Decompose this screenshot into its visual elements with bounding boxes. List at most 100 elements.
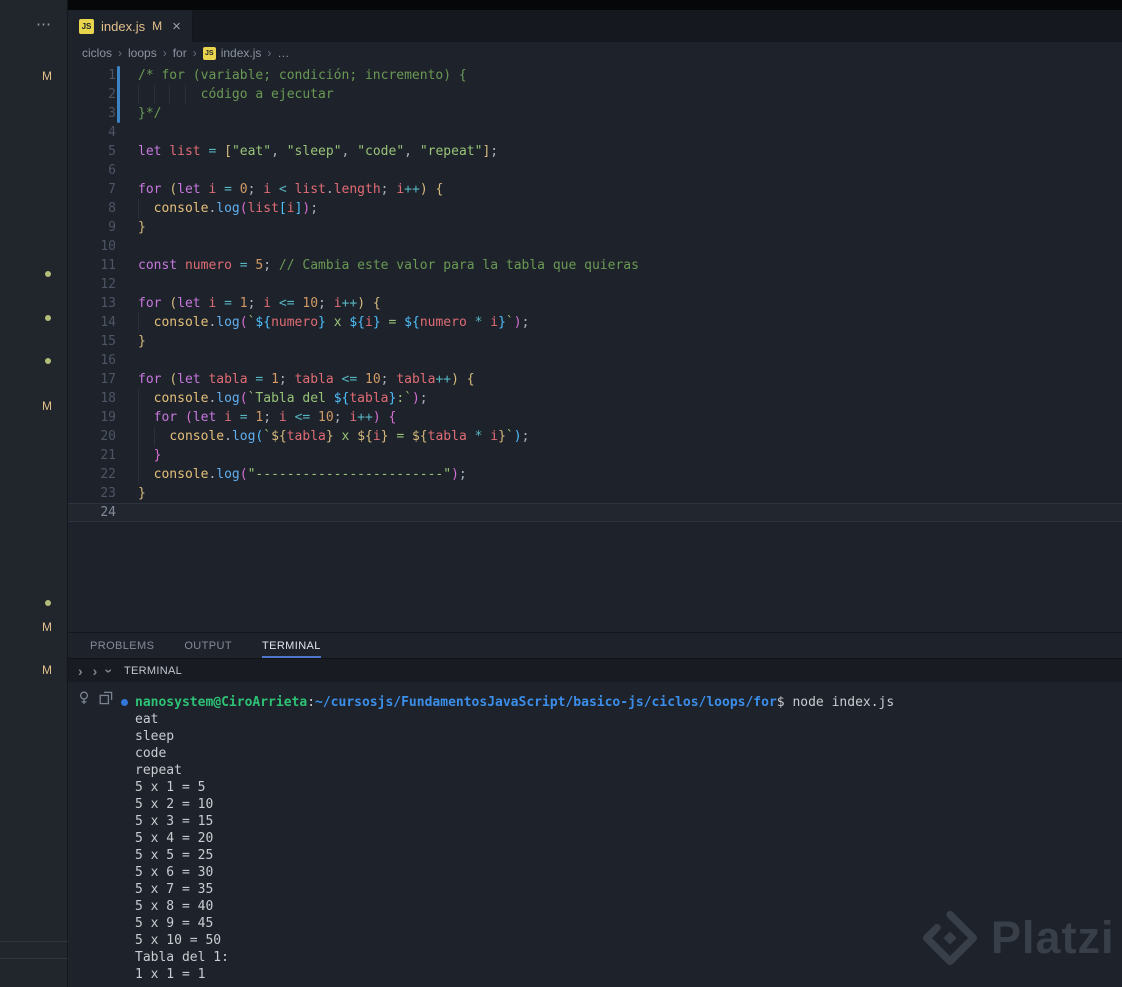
git-status-dot [45,271,51,277]
terminal-output-line: 5 x 8 = 40 [68,898,1122,915]
breadcrumb-item[interactable]: loops [128,46,157,60]
code-text [116,237,1122,256]
code-text [116,275,1122,294]
git-modified-badge: M [152,19,162,33]
chevron-right-icon[interactable]: › [93,664,98,678]
line-number: 4 [68,123,116,142]
breadcrumb-item[interactable]: … [277,46,289,60]
code-line[interactable]: 2 código a ejecutar [68,85,1122,104]
git-modified-badge: M [42,663,52,677]
code-text: } [116,218,1122,237]
tab-index-js[interactable]: JS index.js M × [68,10,193,42]
breadcrumb-label: for [173,46,187,60]
breadcrumb-item[interactable]: ciclos [82,46,112,60]
line-number: 2 [68,85,116,104]
breadcrumb-item[interactable]: JSindex.js [203,46,262,60]
code-line[interactable]: 21 } [68,446,1122,465]
code-line[interactable]: 13for (let i = 1; i <= 10; i++) { [68,294,1122,313]
javascript-file-icon: JS [203,47,216,60]
code-editor[interactable]: 1/* for (variable; condición; incremento… [68,64,1122,632]
code-line[interactable]: 14 console.log(`${numero} x ${i} = ${num… [68,313,1122,332]
panel-tab-terminal[interactable]: TERMINAL [262,633,321,658]
chevron-right-icon[interactable]: › [78,664,83,678]
line-number: 8 [68,199,116,218]
git-status-dot [45,600,51,606]
code-text [116,123,1122,142]
code-line[interactable]: 12 [68,275,1122,294]
code-line[interactable]: 11const numero = 5; // Cambia este valor… [68,256,1122,275]
code-line[interactable]: 4 [68,123,1122,142]
split-terminal-icon[interactable] [99,691,113,705]
code-line[interactable]: 22 console.log("------------------------… [68,465,1122,484]
code-line[interactable]: 8 console.log(list[i]); [68,199,1122,218]
panel-tab-bar: PROBLEMS OUTPUT TERMINAL [68,632,1122,658]
code-line[interactable]: 16 [68,351,1122,370]
chevron-down-icon[interactable]: › [103,668,117,673]
terminal-find-icon[interactable] [77,691,91,705]
terminal-header-label: TERMINAL [124,665,182,677]
workbench-main: JS index.js M × ciclos › loops › for › JSindex… [68,10,1122,987]
code-line[interactable]: 20 console.log(`${tabla} x ${i} = ${tabl… [68,427,1122,446]
line-number: 14 [68,313,116,332]
terminal-output-line: 5 x 2 = 10 [68,796,1122,813]
code-line[interactable]: 19 for (let i = 1; i <= 10; i++) { [68,408,1122,427]
code-line[interactable]: 18 console.log(`Tabla del ${tabla}:`); [68,389,1122,408]
code-line[interactable]: 15} [68,332,1122,351]
terminal-output-line: 5 x 4 = 20 [68,830,1122,847]
indent-guide [169,85,170,104]
more-actions-icon[interactable]: ⋯ [36,15,52,33]
prompt-segment: nanosystem@CiroArrieta [135,695,307,710]
prompt-segment: : [307,695,315,710]
indent-guide [138,408,139,427]
terminal-output-line: 5 x 9 = 45 [68,915,1122,932]
code-text: for (let i = 1; i <= 10; i++) { [116,408,1122,427]
code-line[interactable]: 23} [68,484,1122,503]
terminal-output-line: sleep [68,728,1122,745]
code-line[interactable]: 10 [68,237,1122,256]
indent-guide [138,313,139,332]
breadcrumb-separator: › [193,46,197,60]
line-number: 23 [68,484,116,503]
code-text [116,351,1122,370]
line-number: 5 [68,142,116,161]
code-line[interactable]: 24 [68,503,1122,522]
line-number: 18 [68,389,116,408]
panel-tab-output[interactable]: OUTPUT [184,633,232,658]
line-number: 24 [68,503,116,522]
terminal-output-line: code [68,745,1122,762]
code-line[interactable]: 9} [68,218,1122,237]
terminal-output-line: 1 x 1 = 1 [68,966,1122,983]
breadcrumb-label: ciclos [82,46,112,60]
code-text: console.log("------------------------"); [116,465,1122,484]
code-text: código a ejecutar [116,85,1122,104]
git-modified-badge: M [42,399,52,413]
code-line[interactable]: 5let list = ["eat", "sleep", "code", "re… [68,142,1122,161]
breadcrumb-item[interactable]: for [173,46,187,60]
indent-guide [154,427,155,446]
code-line[interactable]: 17for (let tabla = 1; tabla <= 10; tabla… [68,370,1122,389]
line-number: 19 [68,408,116,427]
code-text: console.log(list[i]); [116,199,1122,218]
git-modified-badge: M [42,620,52,634]
line-number: 3 [68,104,116,123]
code-text: console.log(`${numero} x ${i} = ${numero… [116,313,1122,332]
line-number: 7 [68,180,116,199]
indent-guide [185,85,186,104]
code-line[interactable]: 6 [68,161,1122,180]
close-icon[interactable]: × [172,18,181,35]
line-number: 13 [68,294,116,313]
code-line[interactable]: 3}*/ [68,104,1122,123]
code-line[interactable]: 1/* for (variable; condición; incremento… [68,66,1122,85]
line-number: 9 [68,218,116,237]
code-line[interactable]: 7for (let i = 0; i < list.length; i++) { [68,180,1122,199]
code-text: }*/ [116,104,1122,123]
line-number: 15 [68,332,116,351]
prompt-segment: ~/cursosjs/FundamentosJavaScript/basico-… [315,695,777,710]
code-text: for (let i = 1; i <= 10; i++) { [116,294,1122,313]
git-status-dot [45,315,51,321]
line-number: 6 [68,161,116,180]
line-number: 16 [68,351,116,370]
terminal-output-line: 5 x 1 = 5 [68,779,1122,796]
terminal[interactable]: nanosystem@CiroArrieta:~/cursosjs/Fundam… [68,682,1122,987]
panel-tab-problems[interactable]: PROBLEMS [90,633,154,658]
